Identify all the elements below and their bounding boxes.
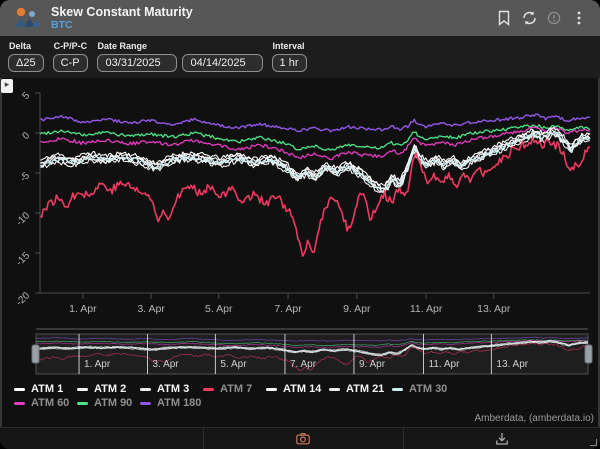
legend-marker — [14, 387, 25, 391]
legend-item-atm-90[interactable]: ATM 90 — [77, 396, 140, 410]
series-atm-90 — [40, 124, 591, 151]
controls-bar: Delta Δ25 C-P/P-C C-P Date Range Interva… — [0, 36, 600, 78]
series-atm-3 — [40, 129, 591, 192]
interval-group: Interval 1 hr — [271, 39, 307, 72]
navigator-date-label: 1. Apr — [84, 359, 111, 370]
y-tick-label: -20 — [14, 290, 32, 308]
page-title: Skew Constant Maturity — [51, 5, 193, 19]
legend-marker — [77, 401, 88, 405]
legend-marker — [140, 387, 151, 391]
end-date-input[interactable] — [181, 54, 263, 72]
legend-label: ATM 1 — [31, 383, 64, 395]
navigator-date-label: 13. Apr — [496, 359, 528, 370]
resize-handle-icon[interactable] — [590, 439, 597, 446]
legend-marker — [329, 387, 340, 391]
toolbar-divider — [403, 428, 404, 449]
delta-select[interactable]: Δ25 — [8, 54, 44, 72]
navigator-date-label: 7. Apr — [290, 359, 317, 370]
legend-item-atm-21[interactable]: ATM 21 — [329, 382, 392, 396]
info-icon[interactable] — [545, 9, 563, 27]
start-date-input[interactable] — [96, 54, 177, 72]
x-tick-label: 11. Apr — [410, 303, 443, 315]
legend-marker — [203, 387, 214, 391]
delta-group: Delta Δ25 — [8, 39, 44, 72]
chart-legend: ATM 1 ATM 2 ATM 3 ATM 7 ATM 14 ATM 21 ATM 30 AT… — [0, 382, 470, 410]
legend-label: ATM 21 — [346, 383, 385, 395]
legend-item-atm-30[interactable]: ATM 30 — [392, 382, 455, 396]
cppc-label: C-P/P-C — [53, 41, 88, 51]
y-tick-label: 0 — [20, 130, 32, 142]
attribution-text: Amberdata, (amberdata.io) — [474, 413, 594, 424]
legend-label: ATM 14 — [283, 383, 322, 395]
legend-item-atm-2[interactable]: ATM 2 — [77, 382, 140, 396]
navigator-handle-left[interactable] — [31, 344, 40, 364]
navigator-handle-right[interactable] — [584, 344, 593, 364]
navigator-date-label: 9. Apr — [359, 359, 386, 370]
legend-item-atm-7[interactable]: ATM 7 — [203, 382, 266, 396]
legend-marker — [140, 401, 151, 405]
asset-label: BTC — [51, 19, 73, 31]
x-tick-label: 1. Apr — [69, 303, 97, 315]
legend-item-atm-14[interactable]: ATM 14 — [266, 382, 329, 396]
legend-item-atm-1[interactable]: ATM 1 — [14, 382, 77, 396]
legend-marker — [14, 401, 25, 405]
x-tick-label: 5. Apr — [205, 303, 233, 315]
x-tick-label: 7. Apr — [274, 303, 302, 315]
y-tick-label: -10 — [14, 210, 32, 228]
legend-item-atm-3[interactable]: ATM 3 — [140, 382, 203, 396]
legend-label: ATM 3 — [157, 383, 190, 395]
y-tick-label: -5 — [18, 170, 32, 184]
date-range-label: Date Range — [97, 41, 148, 51]
interval-label: Interval — [272, 41, 305, 51]
delta-label: Delta — [9, 41, 32, 51]
download-icon[interactable] — [494, 431, 510, 447]
legend-marker — [266, 387, 277, 391]
legend-label: ATM 60 — [31, 397, 70, 409]
kebab-menu-icon[interactable] — [570, 9, 588, 27]
x-tick-label: 13. Apr — [477, 303, 511, 315]
widget-header: Skew Constant Maturity BTC — [0, 0, 600, 36]
navigator-date-label: 11. Apr — [429, 359, 461, 370]
y-tick-label: -15 — [14, 250, 32, 268]
chart-area[interactable]: ▸ 5 0 -5 -10 -15 -20 1. Apr 3. Apr 5. Apr 7. Apr 9… — [0, 78, 600, 378]
toolbar-divider — [203, 428, 204, 449]
interval-select[interactable]: 1 hr — [271, 54, 307, 72]
cppc-group: C-P/P-C C-P — [52, 39, 88, 72]
y-tick-label: 5 — [20, 90, 32, 102]
amberdata-logo-icon — [15, 7, 41, 27]
legend-label: ATM 30 — [409, 383, 448, 395]
legend-marker — [392, 387, 403, 391]
legend-label: ATM 2 — [94, 383, 127, 395]
legend-label: ATM 7 — [220, 383, 253, 395]
legend-label: ATM 90 — [94, 397, 133, 409]
legend-item-atm-60[interactable]: ATM 60 — [14, 396, 77, 410]
skew-chart[interactable]: 5 0 -5 -10 -15 -20 1. Apr 3. Apr 5. Apr 7. Apr 9. … — [0, 78, 600, 378]
bottom-toolbar — [0, 427, 600, 449]
stock-tools-toggle-icon[interactable]: ▸ — [1, 79, 13, 93]
legend-label: ATM 180 — [157, 397, 202, 409]
main-series — [40, 113, 591, 257]
legend-marker — [77, 387, 88, 391]
navigator-date-label: 5. Apr — [220, 359, 247, 370]
camera-icon[interactable] — [295, 431, 311, 447]
bookmark-icon[interactable] — [495, 9, 513, 27]
legend-item-atm-180[interactable]: ATM 180 — [140, 396, 203, 410]
date-range-group: Date Range — [96, 39, 263, 72]
skew-constant-maturity-widget: Skew Constant Maturity BTC Delta Δ25 C-P… — [0, 0, 600, 449]
x-tick-label: 9. Apr — [343, 303, 371, 315]
x-tick-label: 3. Apr — [137, 303, 165, 315]
cppc-select[interactable]: C-P — [52, 54, 88, 72]
navigator-date-label: 3. Apr — [153, 359, 180, 370]
refresh-icon[interactable] — [520, 9, 538, 27]
